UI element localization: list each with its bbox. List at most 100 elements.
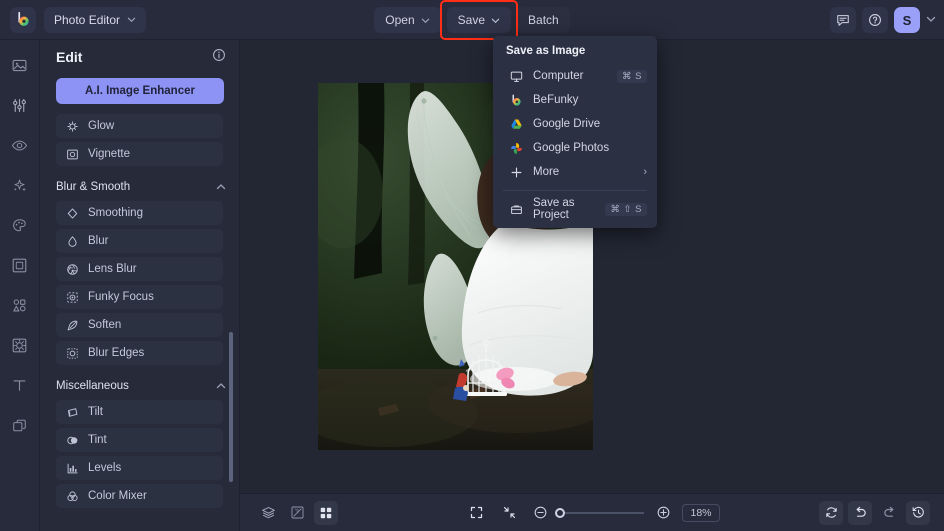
- grid-button[interactable]: [314, 500, 338, 525]
- menu-item-befunky[interactable]: BeFunky: [493, 88, 657, 112]
- page-title: Edit: [56, 49, 83, 65]
- list-item[interactable]: Blur: [56, 229, 223, 253]
- open-button[interactable]: Open: [374, 7, 441, 33]
- list-item[interactable]: Blur Edges: [56, 341, 223, 365]
- glow-icon: [67, 120, 78, 132]
- section-title: Miscellaneous: [56, 380, 129, 392]
- undo-button[interactable]: [848, 500, 872, 525]
- panel-spacer: [40, 104, 239, 114]
- list-item-label: Color Mixer: [88, 490, 147, 502]
- compare-icon: [291, 506, 303, 519]
- history-actions: [819, 500, 930, 525]
- google-photos-icon: [509, 142, 523, 155]
- menu-item-computer[interactable]: Computer ⌘ S: [493, 64, 657, 88]
- sidebar-item-artsy[interactable]: [7, 212, 33, 238]
- list-item-label: Soften: [88, 319, 122, 331]
- zoom-out-button[interactable]: [530, 503, 550, 523]
- list-item[interactable]: Glow: [56, 114, 223, 138]
- list-item[interactable]: Tilt: [56, 400, 223, 424]
- menu-divider: [503, 190, 647, 191]
- list-item-label: Levels: [88, 462, 122, 474]
- sidebar-item-frames[interactable]: [7, 252, 33, 278]
- top-right-actions: S: [830, 0, 936, 40]
- reset-button[interactable]: [819, 500, 843, 525]
- list-item[interactable]: Smoothing: [56, 201, 223, 225]
- list-item[interactable]: Levels: [56, 456, 223, 480]
- compare-button[interactable]: [285, 501, 309, 525]
- menu-item-shortcut: ⌘ ⇧ S: [605, 202, 647, 216]
- redo-button[interactable]: [877, 501, 901, 525]
- save-button[interactable]: Save: [446, 7, 512, 33]
- chat-button[interactable]: [830, 7, 856, 33]
- text-icon: [13, 379, 26, 391]
- menu-item-google-drive[interactable]: Google Drive: [493, 112, 657, 136]
- sidebar-item-edit[interactable]: [7, 92, 33, 118]
- menu-item-shortcut: ⌘ S: [617, 69, 647, 83]
- list-item-label: Tilt: [88, 406, 103, 418]
- product-switcher[interactable]: Photo Editor: [44, 6, 147, 33]
- list-item[interactable]: Lens Blur: [56, 257, 223, 281]
- help-button[interactable]: [862, 7, 888, 33]
- sidebar-item-graphics[interactable]: [7, 292, 33, 318]
- chevron-down-icon: [926, 16, 936, 22]
- menu-item-label: Computer: [533, 70, 584, 82]
- info-circle-icon: [213, 48, 225, 61]
- sidebar-item-text[interactable]: [7, 372, 33, 398]
- list-item[interactable]: Tint: [56, 428, 223, 452]
- sidebar-item-textures[interactable]: [7, 332, 33, 358]
- layers-button[interactable]: [256, 501, 280, 525]
- vignette-icon: [67, 149, 78, 159]
- sidebar-item-touch-up[interactable]: [7, 132, 33, 158]
- bottom-toolbar: 18%: [240, 493, 944, 531]
- list-item-label: Blur Edges: [88, 347, 145, 359]
- avatar[interactable]: S: [894, 7, 920, 33]
- history-button[interactable]: [906, 500, 930, 525]
- list-item[interactable]: Color Mixer: [56, 484, 223, 508]
- zoom-in-button[interactable]: [653, 503, 673, 523]
- menu-item-save-as-project[interactable]: Save as Project ⌘ ⇧ S: [493, 197, 657, 221]
- feather-icon: [67, 320, 78, 330]
- list-item[interactable]: Soften: [56, 313, 223, 337]
- panel-info-button[interactable]: [212, 48, 226, 67]
- list-item[interactable]: Vignette: [56, 142, 223, 166]
- sidebar-item-effects[interactable]: [7, 172, 33, 198]
- fit-screen-button[interactable]: [464, 501, 488, 525]
- panel-scrollbar-thumb[interactable]: [229, 332, 233, 482]
- save-button-wrapper: Save: [439, 0, 519, 40]
- chevron-up-icon: [216, 184, 226, 190]
- shrink-button[interactable]: [497, 501, 521, 525]
- sparkles-icon: [13, 179, 26, 191]
- menu-item-more[interactable]: More ›: [493, 160, 657, 184]
- list-item-label: Vignette: [88, 148, 130, 160]
- shrink-icon: [503, 506, 515, 519]
- befunky-logo-button[interactable]: [10, 6, 36, 33]
- zoom-level-field[interactable]: 18%: [682, 503, 720, 522]
- product-switcher-label: Photo Editor: [54, 12, 121, 27]
- panel-scroll-area[interactable]: Glow Vignette Blur & Smooth Smoothing Bl…: [40, 114, 239, 531]
- list-item[interactable]: Funky Focus: [56, 285, 223, 309]
- account-menu-button[interactable]: [926, 14, 936, 27]
- app-root: Photo Editor Open Save Batch S Edit A.I.…: [0, 0, 944, 531]
- zoom-slider-knob[interactable]: [555, 507, 565, 518]
- batch-button[interactable]: Batch: [517, 7, 570, 33]
- chevron-up-icon: [216, 383, 226, 389]
- sidebar-item-layers[interactable]: [7, 412, 33, 438]
- list-item-label: Glow: [88, 120, 115, 132]
- blur-edges-icon: [67, 347, 78, 359]
- menu-item-label: More: [533, 166, 560, 178]
- section-header-blur-smooth[interactable]: Blur & Smooth: [56, 178, 226, 196]
- edit-panel: Edit A.I. Image Enhancer Glow Vignette B…: [40, 40, 240, 531]
- zoom-slider[interactable]: [555, 507, 644, 518]
- section-header-miscellaneous[interactable]: Miscellaneous: [56, 377, 226, 395]
- menu-item-google-photos[interactable]: Google Photos: [493, 136, 657, 160]
- chevron-down-icon: [127, 17, 136, 23]
- texture-icon: [12, 338, 27, 352]
- droplet-icon: [68, 235, 77, 247]
- ai-image-enhancer-button[interactable]: A.I. Image Enhancer: [56, 78, 224, 104]
- sidebar-item-photos[interactable]: [7, 52, 33, 78]
- list-item-label: Funky Focus: [88, 291, 154, 303]
- bottom-left-actions: [256, 500, 338, 525]
- list-item-label: Smoothing: [88, 207, 143, 219]
- save-label: Save: [457, 13, 486, 27]
- chevron-down-icon: [491, 18, 500, 23]
